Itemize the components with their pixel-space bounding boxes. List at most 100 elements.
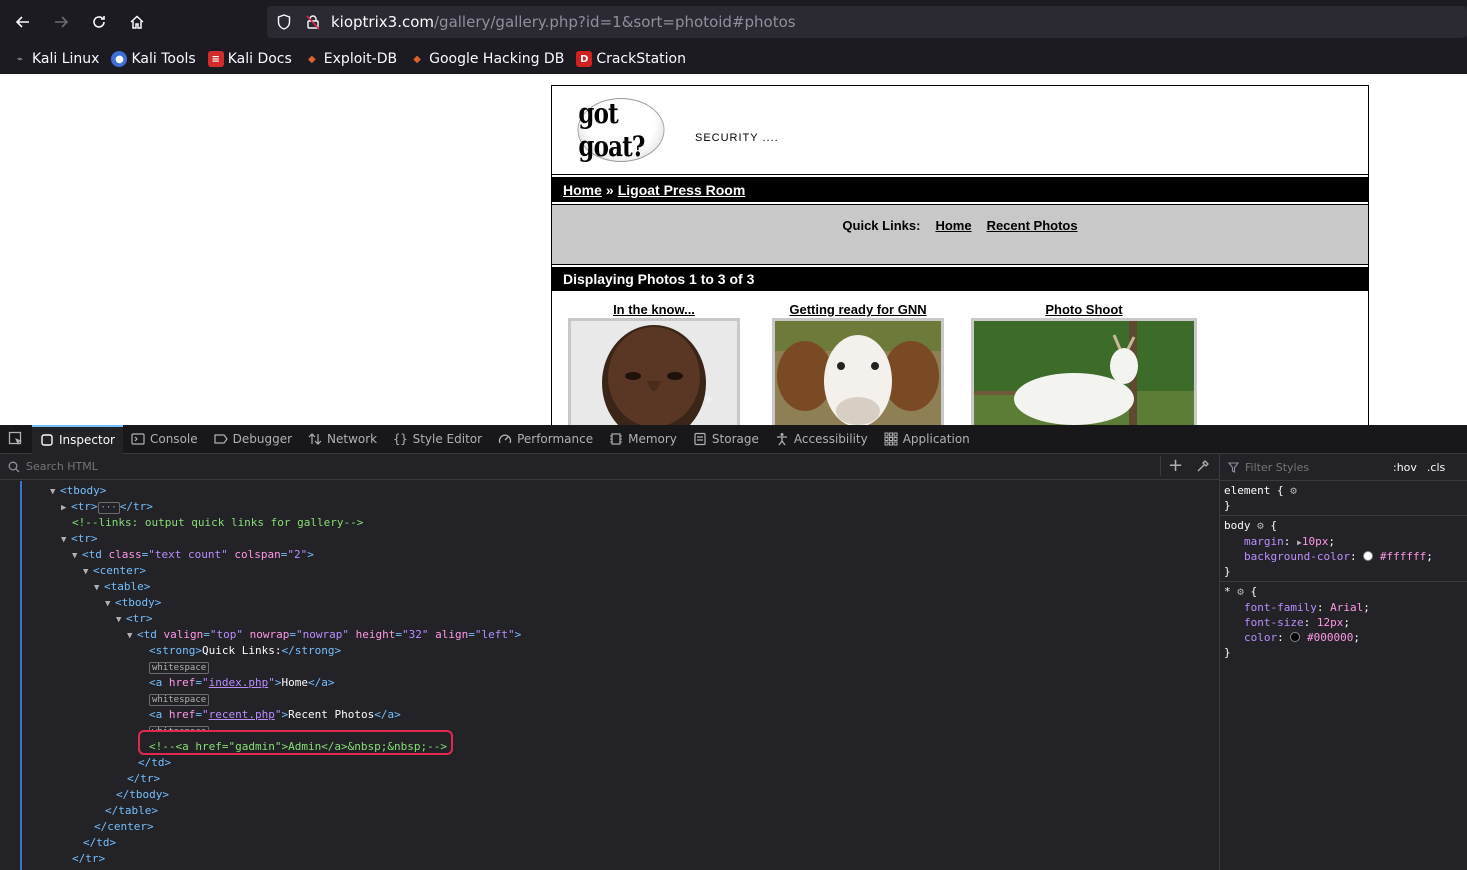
quick-link-home[interactable]: Home: [935, 218, 971, 264]
prop-value[interactable]: Arial: [1330, 601, 1363, 614]
whitespace-badge[interactable]: whitespace: [149, 662, 210, 674]
whitespace-badge[interactable]: whitespace: [149, 694, 210, 706]
tab-debugger[interactable]: Debugger: [206, 425, 300, 454]
color-swatch-icon[interactable]: [1363, 551, 1374, 561]
rule-prop-bgcolor[interactable]: background-color: #ffffff;: [1244, 549, 1433, 564]
add-node-icon[interactable]: +: [1168, 457, 1183, 475]
photo-man-portrait[interactable]: [571, 321, 737, 425]
markup-line-center-close[interactable]: </center>: [94, 819, 154, 835]
bookmark-kali-linux[interactable]: ⌁ Kali Linux: [12, 51, 99, 67]
markup-line-a-recent[interactable]: <a href="recent.php">Recent Photos</a>: [149, 707, 401, 723]
expand-triangle-icon[interactable]: ▼: [94, 580, 104, 596]
back-button[interactable]: [8, 7, 38, 37]
photo-card-1[interactable]: In the know...: [568, 291, 740, 425]
markup-line-center[interactable]: ▼ <center>: [83, 563, 146, 579]
expand-triangle-icon[interactable]: ▼: [61, 532, 71, 548]
photo-white-goat[interactable]: [974, 321, 1194, 425]
markup-line-td-close[interactable]: </td>: [138, 755, 171, 771]
tab-inspector[interactable]: Inspector: [32, 424, 123, 454]
markup-line-tr-close[interactable]: </tr>: [127, 771, 160, 787]
photo-goat-brown[interactable]: [775, 321, 941, 425]
markup-line-table[interactable]: ▼ <table>: [94, 579, 150, 595]
url-bar[interactable]: kioptrix3.com/gallery/gallery.php?id=1&s…: [267, 6, 1467, 38]
expand-triangle-icon[interactable]: ▼: [127, 628, 137, 644]
prop-name[interactable]: font-family: [1244, 601, 1317, 614]
bookmark-google-hacking-db[interactable]: ◆ Google Hacking DB: [409, 51, 564, 67]
markup-line-tbody-close[interactable]: </tbody>: [116, 787, 169, 803]
markup-line-a-home[interactable]: <a href="index.php">Home</a>: [149, 675, 334, 691]
photo-title[interactable]: Getting ready for GNN: [772, 302, 944, 317]
rule-body-selector[interactable]: body ⚙ {: [1224, 518, 1277, 533]
rule-prop-margin[interactable]: margin: ▶10px;: [1244, 534, 1335, 549]
prop-value[interactable]: #ffffff: [1380, 550, 1426, 563]
photo-card-2[interactable]: Getting ready for GNN: [772, 291, 944, 425]
bookmark-kali-docs[interactable]: ≡ Kali Docs: [207, 51, 292, 67]
markup-line-tbody[interactable]: ▼ <tbody>: [50, 483, 106, 499]
prop-value[interactable]: 10px: [1302, 535, 1329, 548]
rule-prop-font-size[interactable]: font-size: 12px;: [1244, 615, 1350, 630]
markup-line-tr-open[interactable]: ▼ <tr>: [61, 531, 98, 547]
rule-prop-color[interactable]: color: #000000;: [1244, 630, 1360, 645]
tab-application[interactable]: Application: [876, 425, 978, 454]
prop-name[interactable]: font-size: [1244, 616, 1304, 629]
rule-element-selector[interactable]: element { ⚙: [1224, 483, 1297, 498]
eyedropper-icon[interactable]: [1196, 459, 1210, 473]
markup-line-table-close[interactable]: </table>: [105, 803, 158, 819]
markup-line-tr-inner[interactable]: ▼ <tr>: [116, 611, 153, 627]
expand-triangle-icon[interactable]: ▼: [105, 596, 115, 612]
tab-style-editor[interactable]: {} Style Editor: [385, 425, 490, 454]
rule-prop-font-family[interactable]: font-family: Arial;: [1244, 600, 1370, 615]
element-picker-button[interactable]: [0, 431, 32, 447]
home-button[interactable]: [122, 7, 152, 37]
tab-network[interactable]: Network: [300, 425, 385, 454]
expand-triangle-icon[interactable]: ▼: [116, 612, 126, 628]
markup-line-td-links[interactable]: ▼ <td valign="top" nowrap="nowrap" height…: [127, 627, 521, 643]
quick-link-recent-photos[interactable]: Recent Photos: [987, 218, 1078, 264]
ellipsis-badge[interactable]: ···: [97, 502, 120, 514]
color-swatch-icon[interactable]: [1290, 632, 1301, 642]
rule-star-selector[interactable]: * ⚙ {: [1224, 584, 1257, 599]
gear-icon[interactable]: ⚙: [1257, 519, 1264, 532]
collapsed-triangle-icon[interactable]: ▶: [61, 500, 71, 516]
reload-button[interactable]: [84, 7, 114, 37]
hov-toggle[interactable]: :hov: [1393, 461, 1417, 474]
prop-name[interactable]: color: [1244, 631, 1277, 644]
expand-triangle-icon[interactable]: ▼: [83, 564, 93, 580]
markup-line-whitespace[interactable]: whitespace: [149, 659, 210, 675]
markup-line-td-close-outer[interactable]: </td>: [83, 835, 116, 851]
prop-name[interactable]: margin: [1244, 535, 1284, 548]
breadcrumb-home-link[interactable]: Home: [563, 182, 602, 198]
tab-storage[interactable]: Storage: [685, 425, 767, 454]
tab-accessibility[interactable]: Accessibility: [767, 425, 876, 454]
tab-performance[interactable]: Performance: [490, 425, 601, 454]
href-link[interactable]: recent.php: [209, 708, 275, 721]
markup-line-tr-collapsed[interactable]: ▶ <tr> ··· </tr>: [61, 499, 153, 515]
prop-value[interactable]: #000000: [1307, 631, 1353, 644]
photo-title[interactable]: Photo Shoot: [971, 302, 1197, 317]
prop-value[interactable]: 12px: [1317, 616, 1344, 629]
shield-icon[interactable]: [277, 14, 295, 30]
photo-card-3[interactable]: Photo Shoot: [971, 291, 1197, 425]
search-html-input[interactable]: [24, 459, 1124, 474]
gear-icon[interactable]: ⚙: [1290, 484, 1297, 497]
expand-triangle-icon[interactable]: ▼: [50, 484, 60, 500]
href-link[interactable]: index.php: [209, 676, 269, 689]
forward-button[interactable]: [46, 7, 76, 37]
markup-line-strong[interactable]: <strong>Quick Links:</strong>: [149, 643, 341, 659]
tab-console[interactable]: Console: [123, 425, 206, 454]
insecure-lock-icon[interactable]: [305, 14, 323, 30]
markup-line-whitespace[interactable]: whitespace: [149, 691, 210, 707]
cls-toggle[interactable]: .cls: [1427, 461, 1445, 474]
prop-name[interactable]: background-color: [1244, 550, 1350, 563]
filter-styles-input[interactable]: [1243, 459, 1393, 475]
markup-line-tbody-inner[interactable]: ▼ <tbody>: [105, 595, 161, 611]
gear-icon[interactable]: ⚙: [1237, 585, 1244, 598]
markup-line-comment-links[interactable]: <!--links: output quick links for galler…: [72, 515, 363, 531]
photo-title[interactable]: In the know...: [568, 302, 740, 317]
tab-memory[interactable]: Memory: [601, 425, 685, 454]
breadcrumb-current-link[interactable]: Ligoat Press Room: [618, 182, 746, 198]
expand-triangle-icon[interactable]: ▼: [72, 548, 82, 564]
bookmark-exploit-db[interactable]: ◆ Exploit-DB: [304, 51, 397, 67]
markup-line-td-count[interactable]: ▼ <td class="text count" colspan="2">: [72, 547, 314, 563]
bookmark-crackstation[interactable]: D CrackStation: [576, 51, 686, 67]
